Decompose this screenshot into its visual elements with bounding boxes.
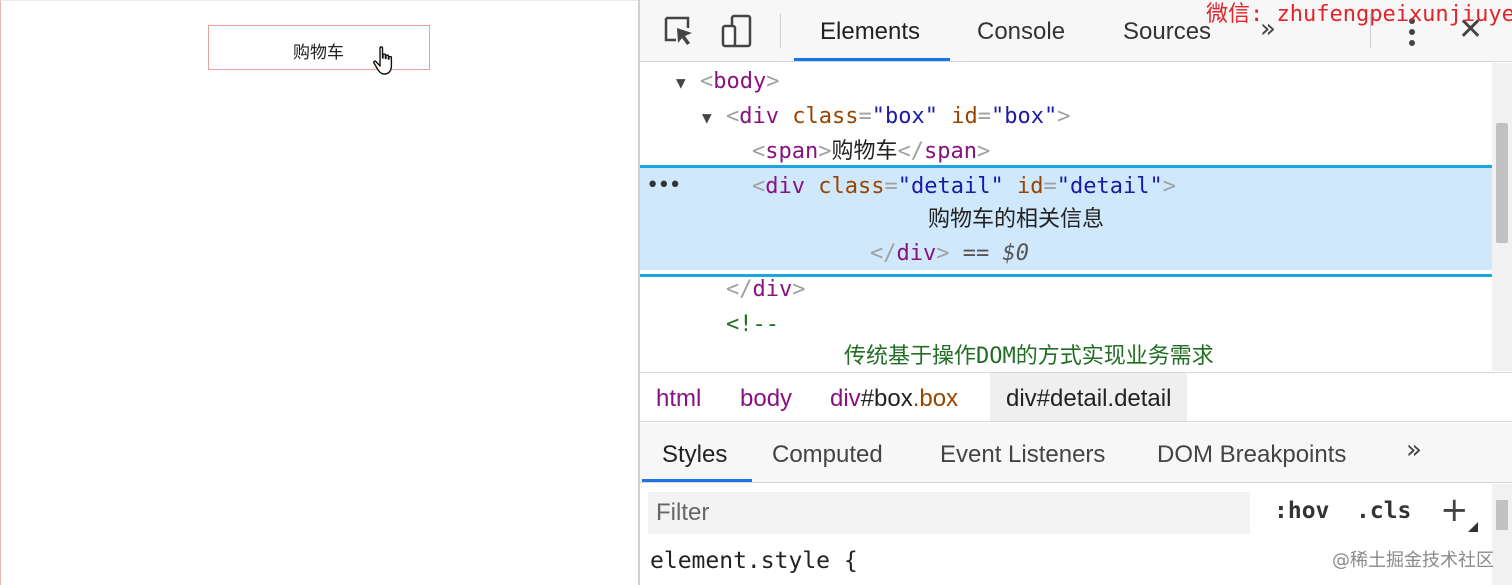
crumb-box[interactable]: div#box.box	[830, 385, 958, 413]
scrollbar-thumb[interactable]	[1496, 500, 1508, 530]
inspect-element-icon[interactable]	[662, 14, 696, 48]
hov-toggle-button[interactable]: :hov	[1274, 498, 1329, 524]
dom-node-box-close[interactable]: </div>	[726, 273, 806, 307]
dom-node-detail-close[interactable]: </div> == $0	[870, 237, 1029, 271]
dom-node-box[interactable]: ▼ <div class="box" id="box">	[702, 100, 1070, 134]
tab-console[interactable]: Console	[977, 18, 1065, 46]
tab-sources[interactable]: Sources	[1123, 18, 1211, 46]
hand-pointer-icon	[373, 46, 393, 75]
more-panels-icon[interactable]: »	[1406, 435, 1422, 465]
styles-scrollbar[interactable]	[1492, 484, 1512, 585]
add-style-rule-button[interactable]: +	[1440, 490, 1469, 530]
crumb-detail-current[interactable]: div#detail.detail	[990, 373, 1188, 421]
crumb-html[interactable]: html	[656, 385, 701, 413]
expand-triangle-icon[interactable]: ▼	[676, 66, 700, 100]
toolbar-separator	[780, 14, 781, 48]
crumb-body[interactable]: body	[740, 385, 792, 413]
styles-filter-input[interactable]	[648, 492, 1250, 534]
cart-label[interactable]: 购物车	[293, 38, 344, 63]
watermark-wechat: 微信: zhufengpeixunjiuye	[1206, 2, 1512, 27]
devtools-panel: Elements Console Sources » ✕ 微信: zhufeng…	[638, 0, 1512, 585]
node-actions-icon[interactable]: •••	[646, 173, 682, 198]
expand-triangle-icon[interactable]: ▼	[702, 101, 726, 135]
dom-node-detail-text[interactable]: 购物车的相关信息	[928, 203, 1104, 237]
dropdown-corner-icon	[1468, 522, 1478, 532]
styles-filter-bar: :hov .cls +	[640, 484, 1512, 542]
cart-box[interactable]: 购物车	[208, 25, 430, 75]
dom-node-span[interactable]: <span>购物车</span>	[752, 135, 990, 169]
devtools-toolbar: Elements Console Sources » ✕ 微信: zhufeng…	[640, 0, 1512, 62]
breadcrumb: html body div#box.box div#detail.detail	[640, 372, 1512, 422]
dom-node-detail[interactable]: <div class="detail" id="detail">	[752, 170, 1176, 204]
tab-styles[interactable]: Styles	[662, 441, 727, 469]
dom-tree-scrollbar[interactable]	[1492, 63, 1512, 371]
tab-event-listeners[interactable]: Event Listeners	[940, 441, 1105, 469]
active-tab-indicator	[794, 58, 950, 61]
active-styles-tab-indicator	[642, 479, 752, 482]
styles-tabbar: Styles Computed Event Listeners DOM Brea…	[640, 423, 1512, 483]
dom-comment-text[interactable]: 传统基于操作DOM的方式实现业务需求	[844, 340, 1214, 371]
tab-computed[interactable]: Computed	[772, 441, 883, 469]
watermark-juejin: @稀土掘金技术社区	[1332, 550, 1494, 571]
element-style-rule[interactable]: element.style {	[650, 548, 858, 574]
scrollbar-thumb[interactable]	[1496, 123, 1508, 243]
tab-elements[interactable]: Elements	[820, 18, 920, 46]
dom-tree[interactable]: ••• ▼ <body> ▼ <div class="box" id="box"> …	[640, 63, 1492, 371]
dom-node-body[interactable]: ▼ <body>	[676, 65, 779, 99]
selected-marker: == $0	[962, 241, 1029, 266]
dom-comment-open[interactable]: <!--	[726, 308, 779, 342]
device-toolbar-icon[interactable]	[720, 14, 754, 48]
cls-toggle-button[interactable]: .cls	[1356, 498, 1411, 524]
page-preview: 购物车	[0, 0, 638, 585]
tab-dom-breakpoints[interactable]: DOM Breakpoints	[1157, 441, 1346, 469]
